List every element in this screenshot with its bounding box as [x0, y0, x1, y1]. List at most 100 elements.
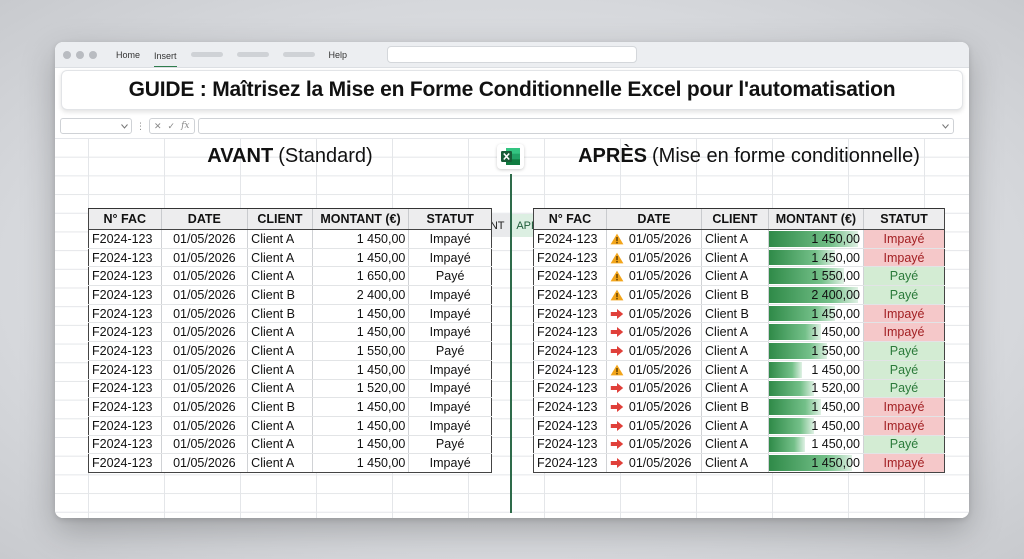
cell-amount[interactable]: 1 450,00: [767, 322, 864, 343]
cell-client[interactable]: Client A: [701, 229, 769, 249]
cell-amount[interactable]: 1 450,00: [767, 453, 864, 473]
cell-date[interactable]: 01/05/2026: [160, 285, 248, 305]
confirm-icon[interactable]: ✓: [168, 121, 176, 132]
cell-date[interactable]: 01/05/2026: [605, 360, 702, 380]
cell-client[interactable]: Client A: [701, 360, 769, 380]
cell-amount[interactable]: 1 450,00: [311, 435, 409, 455]
cell-client[interactable]: Client B: [701, 304, 769, 324]
cell-fac[interactable]: F2024-123: [88, 285, 162, 305]
cell-amount[interactable]: 1 450,00: [311, 322, 409, 343]
cell-client[interactable]: Client A: [701, 248, 769, 268]
cell-client[interactable]: Client A: [701, 416, 769, 436]
cell-status[interactable]: Impayé: [863, 397, 945, 417]
cell-status[interactable]: Payé: [408, 435, 492, 455]
col-header-status[interactable]: STATUT: [863, 208, 945, 230]
cell-fac[interactable]: F2024-123: [533, 341, 607, 361]
cell-client[interactable]: Client A: [701, 379, 769, 399]
cell-fac[interactable]: F2024-123: [88, 360, 162, 380]
cell-fac[interactable]: F2024-123: [533, 285, 607, 305]
cell-fac[interactable]: F2024-123: [533, 304, 607, 324]
cell-client[interactable]: Client B: [701, 397, 769, 417]
cell-date[interactable]: 01/05/2026: [605, 397, 702, 417]
cell-amount[interactable]: 1 450,00: [311, 416, 409, 436]
cell-amount[interactable]: 1 450,00: [767, 360, 864, 380]
cell-fac[interactable]: F2024-123: [88, 453, 162, 473]
cell-fac[interactable]: F2024-123: [533, 322, 607, 343]
window-maximize-dot[interactable]: [89, 50, 97, 59]
cell-amount[interactable]: 1 450,00: [311, 453, 409, 473]
cell-client[interactable]: Client A: [247, 416, 313, 436]
cell-fac[interactable]: F2024-123: [533, 379, 607, 399]
cell-status[interactable]: Impayé: [863, 416, 945, 436]
cell-amount[interactable]: 1 550,00: [767, 341, 864, 361]
cell-client[interactable]: Client B: [247, 285, 313, 305]
cell-amount[interactable]: 2 400,00: [311, 285, 409, 305]
col-header-fac[interactable]: N° FAC: [533, 208, 607, 230]
cell-fac[interactable]: F2024-123: [88, 304, 162, 324]
cell-client[interactable]: Client A: [247, 435, 313, 455]
cell-client[interactable]: Client B: [701, 285, 769, 305]
cell-fac[interactable]: F2024-123: [88, 322, 162, 343]
search-input[interactable]: [387, 46, 637, 63]
cell-client[interactable]: Client B: [247, 397, 313, 417]
cell-fac[interactable]: F2024-123: [88, 416, 162, 436]
cell-status[interactable]: Payé: [863, 435, 945, 455]
cell-fac[interactable]: F2024-123: [533, 453, 607, 473]
name-box[interactable]: [60, 118, 132, 134]
window-close-dot[interactable]: [63, 50, 71, 59]
cell-client[interactable]: Client A: [247, 379, 313, 399]
cell-amount[interactable]: 1 450,00: [311, 304, 409, 324]
cell-fac[interactable]: F2024-123: [88, 341, 162, 361]
cell-amount[interactable]: 1 450,00: [311, 397, 409, 417]
cell-date[interactable]: 01/05/2026: [605, 453, 702, 473]
cell-status[interactable]: Payé: [408, 341, 492, 361]
cell-amount[interactable]: 1 450,00: [767, 304, 864, 324]
cell-client[interactable]: Client A: [247, 322, 313, 343]
cell-amount[interactable]: 1 450,00: [767, 397, 864, 417]
cell-fac[interactable]: F2024-123: [533, 229, 607, 249]
formula-input[interactable]: [197, 118, 954, 134]
cell-fac[interactable]: F2024-123: [533, 435, 607, 455]
cell-amount[interactable]: 1 550,00: [767, 266, 864, 287]
cell-date[interactable]: 01/05/2026: [605, 266, 702, 287]
menu-insert[interactable]: Insert: [154, 46, 177, 67]
cell-status[interactable]: Impayé: [408, 322, 492, 343]
cell-client[interactable]: Client A: [701, 322, 769, 343]
cell-client[interactable]: Client A: [247, 341, 313, 361]
col-header-fac[interactable]: N° FAC: [88, 208, 162, 230]
cell-amount[interactable]: 2 400,00: [767, 285, 864, 305]
cell-status[interactable]: Impayé: [408, 304, 492, 324]
cell-amount[interactable]: 1 450,00: [767, 435, 864, 455]
cell-amount[interactable]: 1 550,00: [311, 341, 409, 361]
cell-amount[interactable]: 1 650,00: [311, 266, 409, 287]
cell-status[interactable]: Impayé: [408, 453, 492, 473]
cell-date[interactable]: 01/05/2026: [160, 304, 248, 324]
cell-status[interactable]: Impayé: [408, 397, 492, 417]
cell-status[interactable]: Impayé: [408, 379, 492, 399]
cell-fac[interactable]: F2024-123: [88, 248, 162, 268]
menu-placeholder-1[interactable]: [190, 52, 223, 57]
cell-amount[interactable]: 1 450,00: [311, 248, 409, 268]
cell-date[interactable]: 01/05/2026: [160, 360, 248, 380]
cell-status[interactable]: Impayé: [408, 229, 492, 249]
cell-client[interactable]: Client A: [247, 453, 313, 473]
cell-client[interactable]: Client A: [701, 266, 769, 287]
col-header-status[interactable]: STATUT: [408, 208, 492, 230]
cell-fac[interactable]: F2024-123: [88, 435, 162, 455]
cell-fac[interactable]: F2024-123: [533, 416, 607, 436]
cell-status[interactable]: Payé: [863, 285, 945, 305]
cell-amount[interactable]: 1 520,00: [767, 379, 864, 399]
cell-client[interactable]: Client B: [247, 304, 313, 324]
cell-client[interactable]: Client A: [701, 435, 769, 455]
fx-icon[interactable]: fx: [181, 121, 189, 131]
before-after-divider[interactable]: [510, 174, 512, 513]
cell-date[interactable]: 01/05/2026: [605, 416, 702, 436]
cell-date[interactable]: 01/05/2026: [160, 266, 248, 287]
cell-status[interactable]: Impayé: [863, 229, 945, 249]
cell-date[interactable]: 01/05/2026: [605, 435, 702, 455]
cell-date[interactable]: 01/05/2026: [160, 322, 248, 343]
cell-client[interactable]: Client A: [247, 229, 313, 249]
cell-fac[interactable]: F2024-123: [533, 248, 607, 268]
cell-date[interactable]: 01/05/2026: [605, 379, 702, 399]
cell-fac[interactable]: F2024-123: [533, 397, 607, 417]
